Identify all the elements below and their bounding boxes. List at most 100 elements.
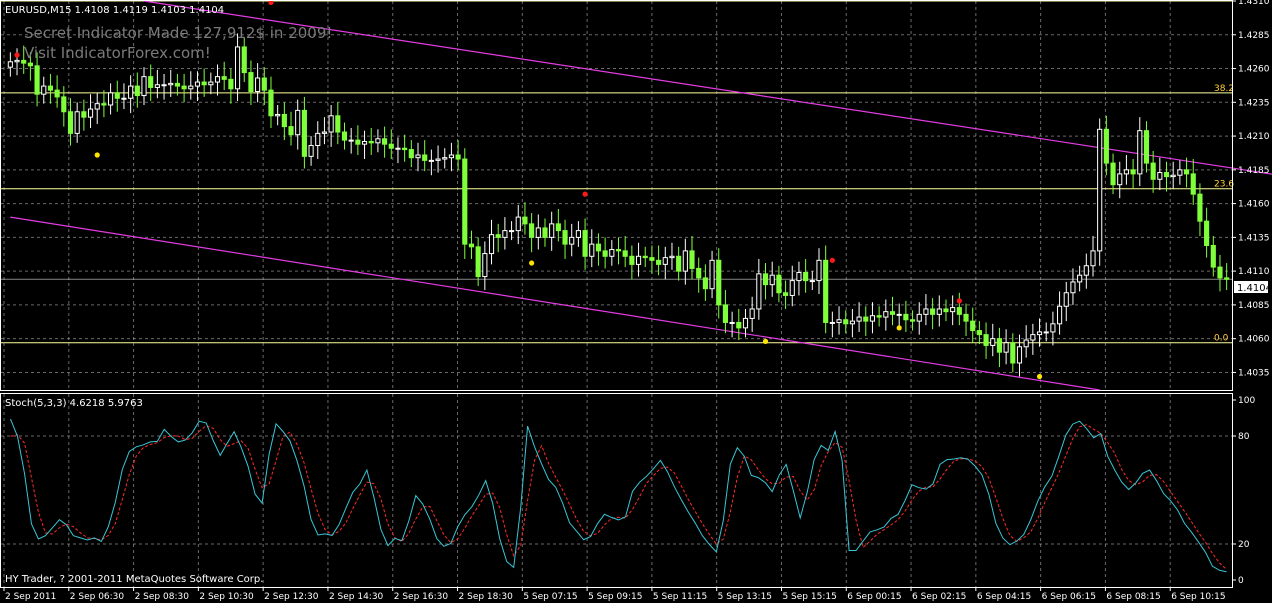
candle-body: [1030, 334, 1036, 341]
time-tick-label: 2 Sep 14:30: [329, 592, 384, 602]
candle-body: [1010, 342, 1016, 364]
candle-body: [970, 320, 976, 332]
fractal-top-marker: [14, 52, 20, 58]
candle-body: [736, 321, 742, 329]
candle-body: [1190, 173, 1196, 195]
candle-body: [335, 115, 341, 133]
time-tick-label: 2 Sep 12:30: [264, 592, 319, 602]
candle-body: [742, 317, 749, 329]
candle-body: [1050, 323, 1056, 333]
candle-body: [642, 255, 648, 259]
candle-body: [836, 319, 842, 323]
candle-body: [295, 109, 301, 136]
candle-body: [14, 59, 20, 63]
candle-body: [435, 158, 441, 161]
candle-body: [622, 250, 628, 257]
candle-body: [629, 255, 635, 265]
candle-body: [1103, 128, 1109, 164]
candle-body: [1197, 193, 1203, 222]
candle-body: [602, 250, 608, 257]
candle-body: [288, 126, 294, 136]
candle-body: [181, 85, 187, 90]
candle-body: [148, 76, 154, 88]
candle-body: [114, 92, 120, 99]
candle-body: [108, 92, 114, 106]
candle-body: [816, 259, 822, 282]
candle-body: [696, 267, 702, 279]
candle-body: [442, 157, 448, 160]
candle-body: [522, 216, 528, 225]
promo-line-2: Visit IndicatorForex.com!: [24, 44, 211, 62]
candle-body: [1090, 250, 1096, 267]
fractal-bottom-marker: [1036, 373, 1043, 380]
candle-body: [849, 320, 855, 325]
candle-body: [909, 319, 916, 322]
candle-body: [154, 84, 160, 88]
candle-body: [1217, 266, 1223, 279]
fibo-level-label: 23.6: [1214, 180, 1234, 190]
candle-body: [1130, 169, 1136, 175]
time-tick-label: 2 Sep 2011: [5, 592, 56, 602]
candle-body: [595, 243, 602, 252]
candle-body: [1097, 128, 1103, 252]
candle-body: [1204, 220, 1210, 246]
candle-body: [1143, 130, 1150, 164]
stoch-tick-label: 20: [1238, 540, 1250, 550]
price-tick-label: 1.4185: [1238, 166, 1270, 176]
candle-body: [609, 249, 615, 257]
candle-body: [1150, 162, 1156, 180]
candle-body: [455, 154, 461, 160]
candle-body: [883, 311, 889, 318]
candle-body: [415, 154, 421, 159]
candle-body: [201, 81, 207, 86]
candle-body: [475, 246, 481, 278]
candle-body: [1170, 174, 1176, 178]
last-price-value: 1.4104: [1237, 283, 1272, 294]
candle-body: [843, 319, 849, 325]
candle-body: [241, 46, 247, 74]
candle-body: [529, 223, 535, 238]
candle-body: [1183, 169, 1190, 175]
candle-body: [869, 315, 876, 322]
candle-body: [1070, 281, 1076, 294]
candle-body: [709, 259, 715, 290]
candle-body: [916, 313, 922, 322]
candle-body: [208, 81, 214, 86]
candle-body: [990, 338, 996, 346]
candle-body: [555, 223, 561, 232]
price-tick-label: 1.4310: [1238, 0, 1270, 7]
candle-body: [161, 84, 167, 87]
candle-body: [47, 85, 54, 91]
candle-body: [976, 330, 982, 336]
candle-body: [228, 78, 234, 90]
candle-body: [61, 96, 67, 113]
candle-body: [87, 108, 94, 118]
candle-body: [361, 140, 368, 145]
time-tick-label: 2 Sep 08:30: [135, 592, 190, 602]
candle-body: [462, 158, 468, 245]
candle-body: [876, 315, 882, 318]
candle-body: [716, 259, 722, 306]
time-tick-label: 2 Sep 18:30: [459, 592, 514, 602]
candle-body: [615, 249, 622, 252]
candle-body: [34, 65, 40, 95]
candle-body: [963, 313, 969, 322]
candle-body: [188, 85, 194, 90]
candle-body: [936, 308, 942, 315]
time-tick-label: 5 Sep 13:15: [718, 592, 772, 602]
candle-body: [74, 111, 80, 134]
candle-body: [1163, 172, 1170, 178]
stoch-tick-label: 80: [1238, 432, 1250, 442]
candle-body: [803, 271, 809, 282]
candle-body: [1057, 305, 1063, 325]
candle-body: [261, 77, 267, 91]
price-tick-label: 1.4210: [1238, 132, 1270, 142]
candle-body: [769, 274, 775, 286]
candle-body: [930, 308, 936, 315]
fractal-bottom-marker: [94, 152, 100, 158]
time-tick-label: 2 Sep 16:30: [394, 592, 449, 602]
trading-chart-window[interactable]: 50.038.223.60.0 1.43101.42851.42601.4235…: [0, 0, 1272, 603]
fractal-top-marker: [829, 257, 835, 263]
candle-body: [950, 307, 956, 313]
candle-body: [889, 311, 896, 315]
